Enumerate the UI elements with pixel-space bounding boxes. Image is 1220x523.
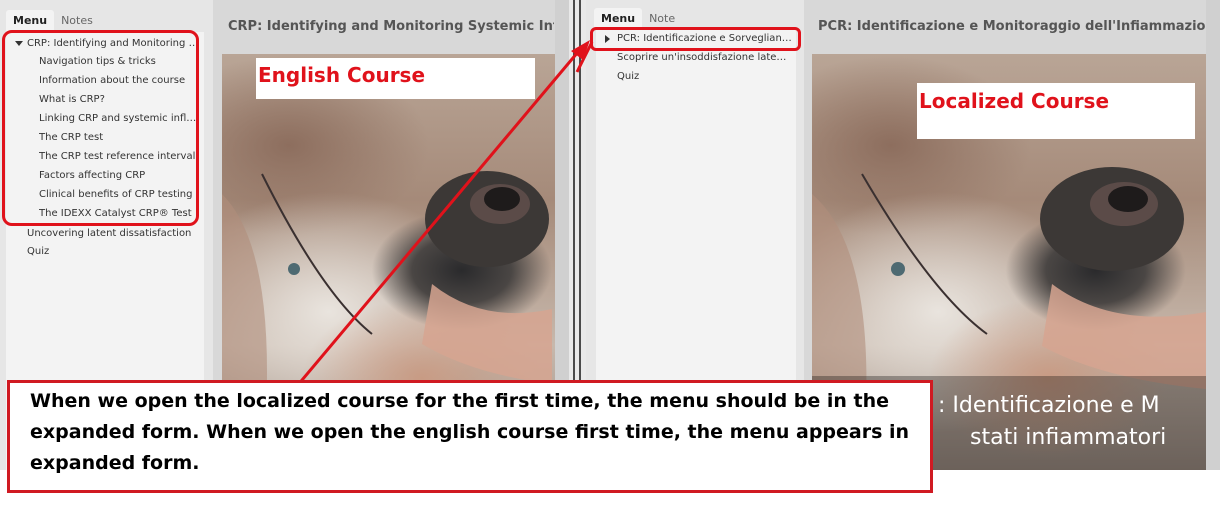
annotation-note: When we open the localized course for th… [7,380,933,493]
screenshot-canvas: Menu Notes CRP: Identifying and Monitori… [0,0,1220,523]
annotation-note-text: When we open the localized course for th… [30,390,910,474]
